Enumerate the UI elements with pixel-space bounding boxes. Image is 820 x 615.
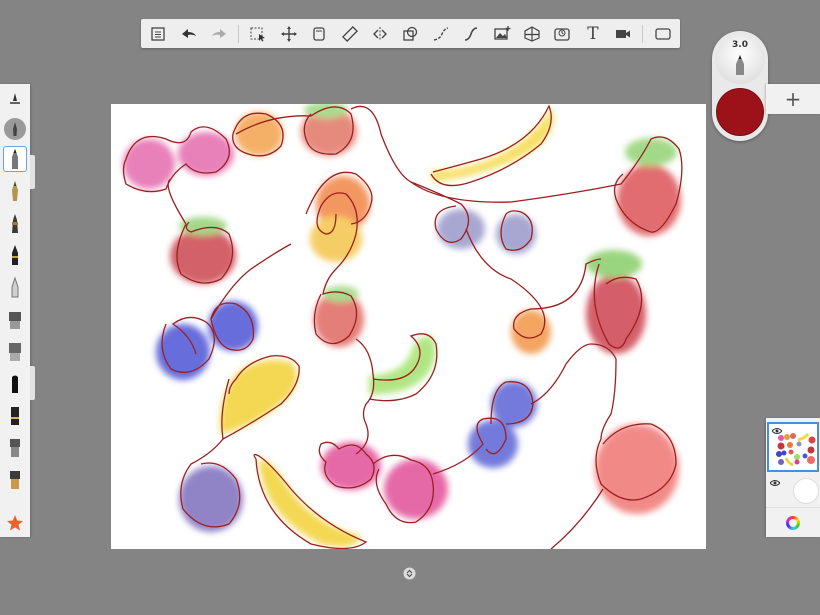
eraser-brush-icon[interactable] [3,466,27,492]
curve-icon[interactable] [456,19,486,48]
felt-tip-icon[interactable] [3,242,27,268]
add-layer-label: + [784,87,802,111]
transform-icon[interactable] [274,19,304,48]
eye-icon[interactable] [770,479,780,487]
airbrush-icon[interactable] [3,274,27,300]
pencil-icon [736,55,744,75]
favorites-star-icon[interactable] [3,510,27,536]
brush-size-value: 3.0 [732,40,748,50]
artwork [122,104,683,549]
redo-icon[interactable] [204,19,234,48]
selection-icon[interactable] [243,19,273,48]
video-icon[interactable] [608,19,638,48]
marker-icon[interactable] [3,210,27,236]
fullscreen-icon[interactable] [647,19,677,48]
undo-icon[interactable] [173,19,203,48]
shapes-icon[interactable] [395,19,425,48]
brush-puck: 3.0 [712,31,768,141]
toolbar-divider [642,24,644,43]
layer-icon[interactable] [304,19,334,48]
chisel-brush-icon[interactable] [3,338,27,364]
smudge-icon[interactable] [3,434,27,460]
pencil-icon[interactable] [3,146,27,172]
time-icon[interactable] [547,19,577,48]
watercolor-fruits [123,104,681,547]
paint-brush-icon[interactable] [3,306,27,332]
brush-bar-tab[interactable] [30,366,35,400]
toolbar-divider [238,24,240,43]
flat-brush-icon[interactable] [3,402,27,428]
text-tool-label: T [587,23,599,44]
current-color-swatch[interactable] [716,88,764,136]
wide-marker-icon[interactable] [3,370,27,396]
perspective-icon[interactable] [517,19,547,48]
menu-icon[interactable] [143,19,173,48]
main-toolbar: T [141,19,680,48]
brush-library [0,84,30,537]
canvas-handle-icon[interactable] [403,567,416,580]
ruler-icon[interactable] [334,19,364,48]
brush-size-dial[interactable]: 3.0 [715,34,765,84]
layer-thumbnail-1[interactable] [767,422,819,472]
background-layer-preview [793,478,819,504]
stroke-icon[interactable] [426,19,456,48]
layers-panel [766,418,820,537]
color-wheel-icon[interactable] [766,507,820,538]
text-tool-icon[interactable]: T [578,19,608,48]
soft-brush-icon[interactable] [3,116,27,142]
brush-settings-icon[interactable] [3,88,27,114]
layer-thumbnail-2[interactable] [767,476,819,506]
add-layer-button[interactable]: + [766,84,820,114]
ink-pen-icon[interactable] [3,178,27,204]
image-icon[interactable] [486,19,516,48]
layer-preview [776,433,816,466]
symmetry-icon[interactable] [365,19,395,48]
drawing-canvas[interactable] [111,104,706,549]
brush-bar-tab[interactable] [30,155,35,189]
